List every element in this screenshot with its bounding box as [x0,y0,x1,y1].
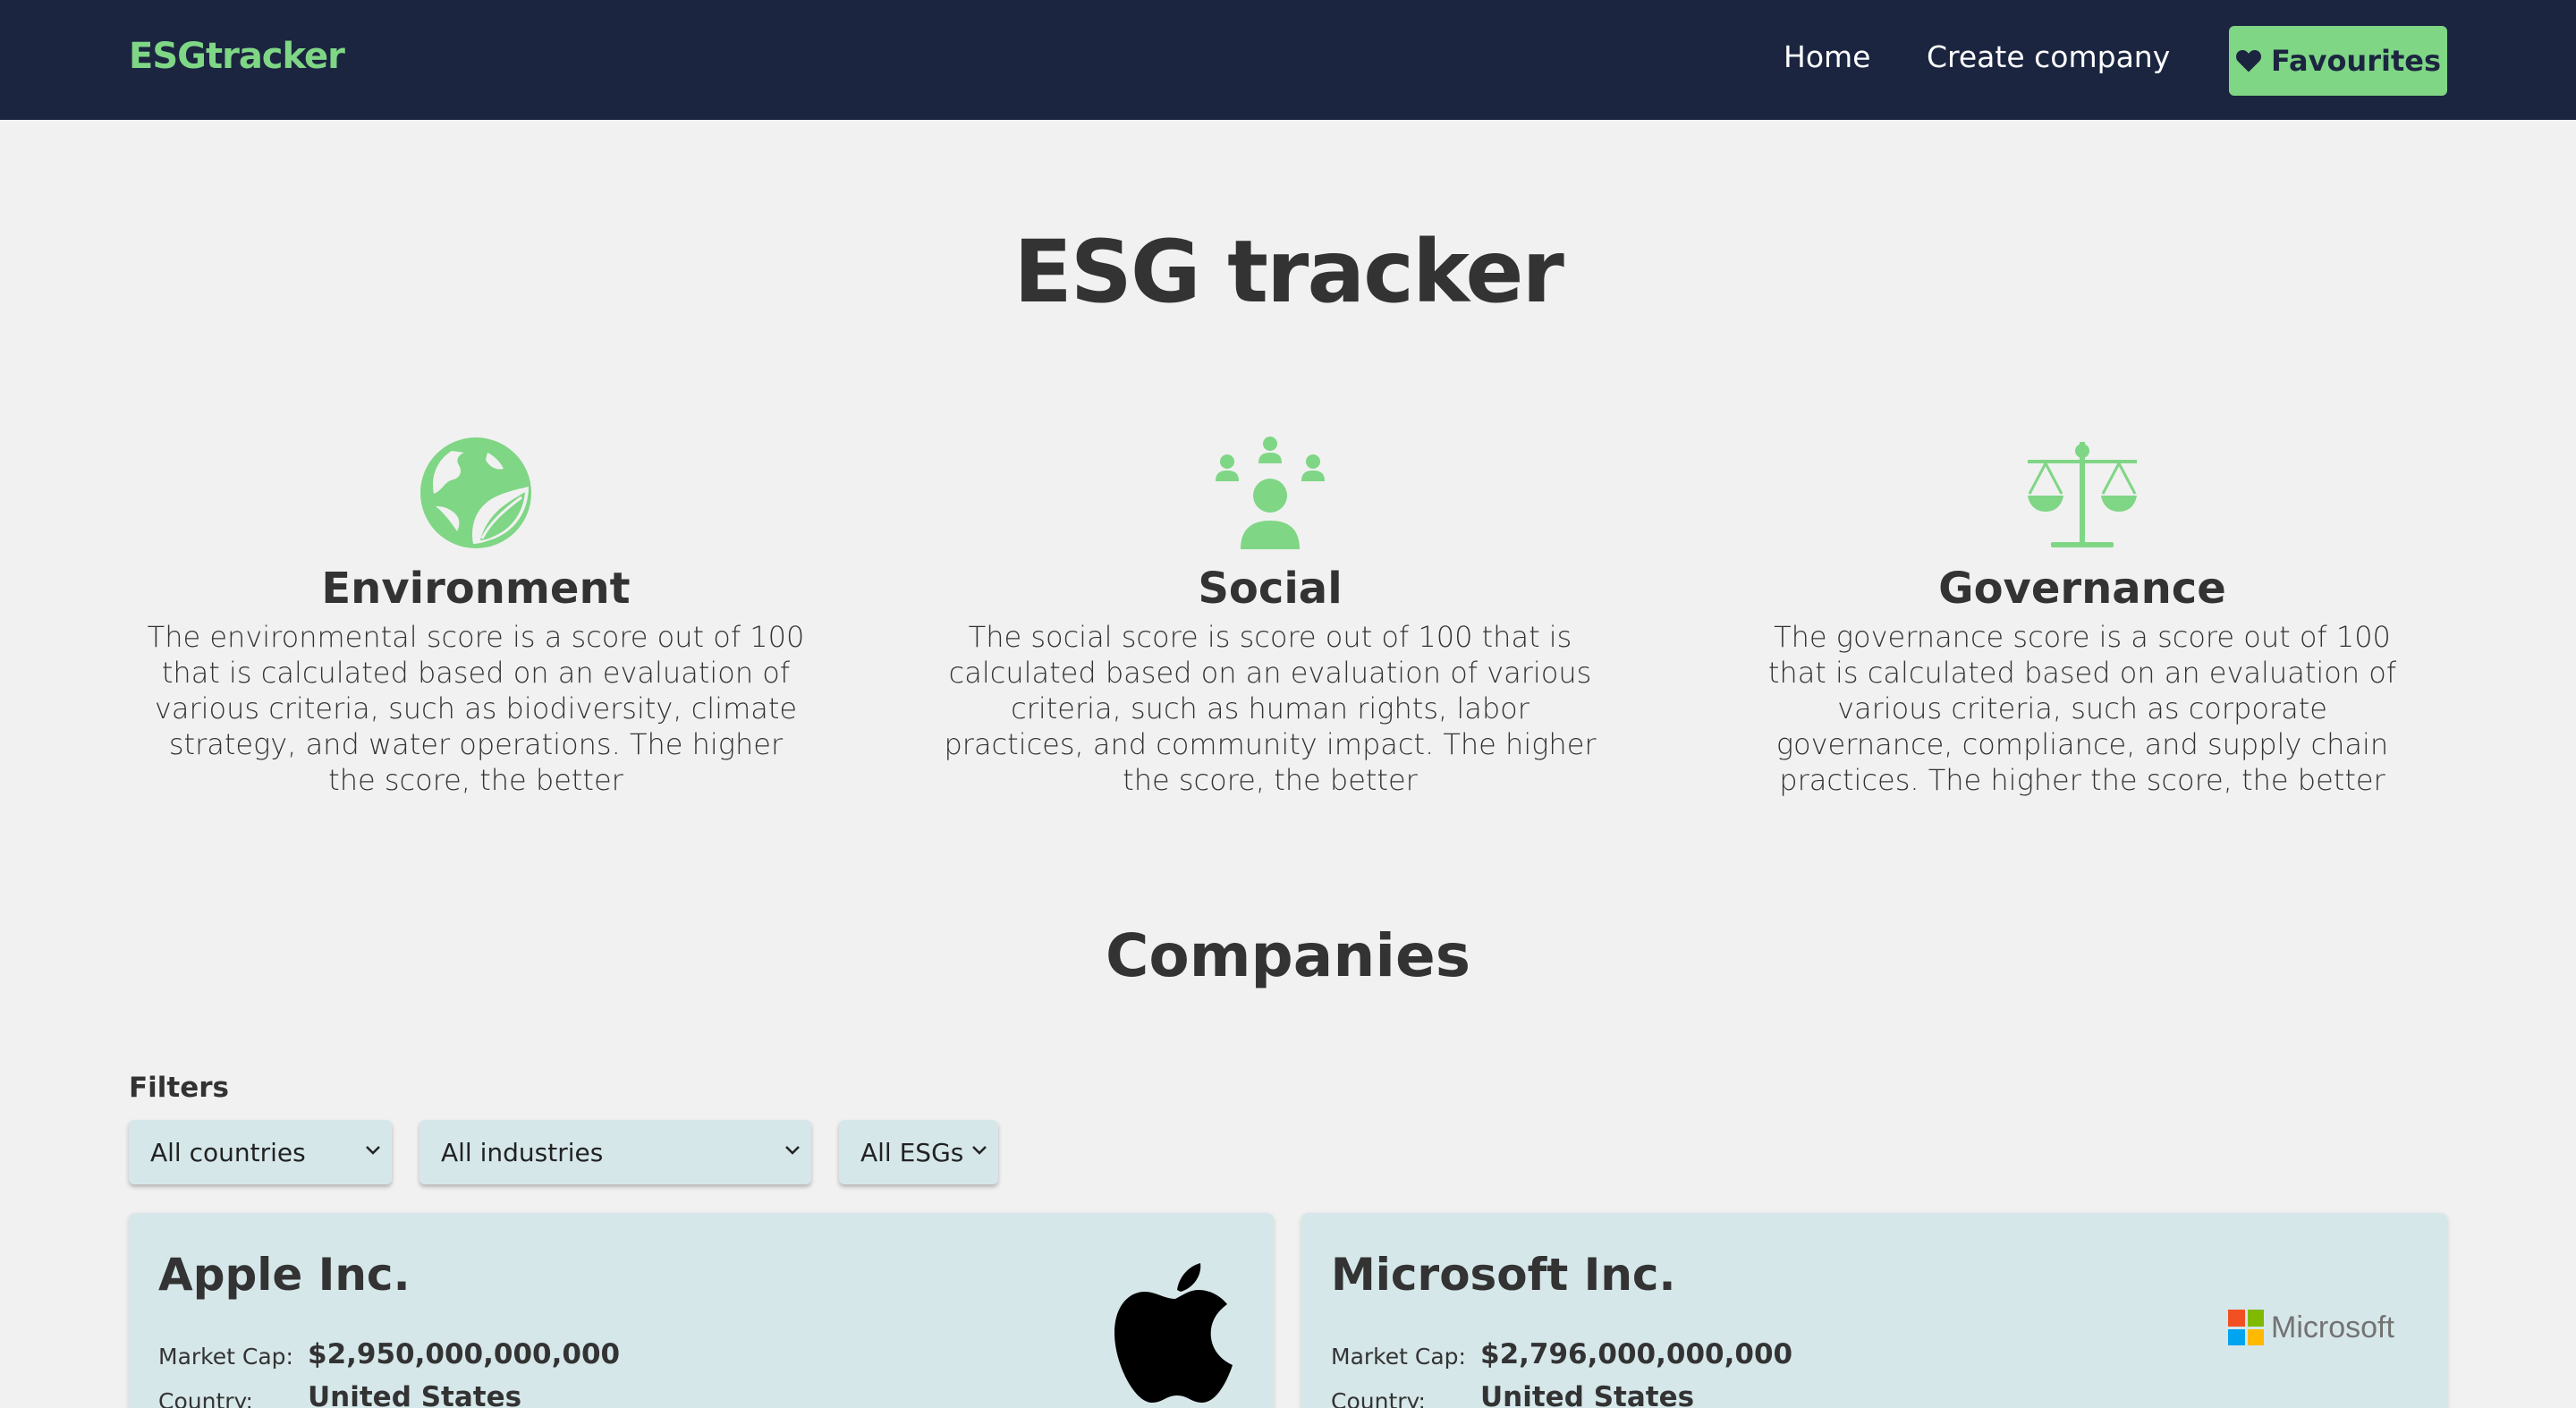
page-title: ESG tracker [1013,222,1564,322]
company-name: Microsoft Inc. [1331,1249,1676,1301]
pillar-environment: Environment The environmental score is a… [136,435,816,798]
companies-heading: Companies [1106,921,1470,990]
country-value: United States [1480,1381,1695,1408]
microsoft-logo: Microsoft [2228,1310,2394,1345]
people-icon [1216,437,1325,549]
pillar-social: Social The social score is score out of … [930,435,1610,798]
brand-logo[interactable]: ESGtracker [129,36,345,77]
pillar-description: The social score is score out of 100 tha… [944,620,1597,797]
country-filter-value: All countries [150,1137,306,1167]
company-card-apple[interactable]: Apple Inc. Market Cap: $2,950,000,000,00… [129,1213,1274,1408]
nav-link-home[interactable]: Home [1784,39,1870,74]
industry-filter-value: All industries [441,1137,604,1167]
country-filter-select[interactable]: All countries [129,1120,392,1184]
pillar-title: Social [1198,564,1343,614]
chevron-down-icon [785,1146,800,1155]
chevron-down-icon [972,1146,987,1155]
heart-icon [2236,50,2261,72]
favourites-button[interactable]: Favourites [2229,26,2447,96]
market-cap-label: Market Cap: [158,1344,293,1370]
apple-logo [1114,1263,1233,1403]
market-cap-value: $2,950,000,000,000 [308,1338,621,1370]
pillar-title: Environment [321,564,631,614]
pillar-title: Governance [1938,564,2226,614]
scales-icon [2028,442,2137,547]
company-name: Apple Inc. [158,1249,411,1301]
industry-filter-select[interactable]: All industries [419,1120,811,1184]
microsoft-squares-icon [2228,1310,2264,1345]
nav-link-create-company[interactable]: Create company [1927,39,2170,74]
favourites-button-label: Favourites [2271,44,2441,78]
country-label: Country: [1331,1388,1426,1408]
pillar-description: The environmental score is a score out o… [147,620,805,797]
filters-label: Filters [129,1072,230,1104]
market-cap-label: Market Cap: [1331,1344,1466,1370]
country-value: United States [308,1381,522,1408]
market-cap-value: $2,796,000,000,000 [1480,1338,1793,1370]
esg-filter-select[interactable]: All ESGs [839,1120,998,1184]
esg-filter-value: All ESGs [860,1137,964,1167]
company-card-microsoft[interactable]: Microsoft Inc. Market Cap: $2,796,000,00… [1301,1213,2447,1408]
country-label: Country: [158,1388,253,1408]
chevron-down-icon [366,1146,380,1155]
microsoft-logo-text: Microsoft [2271,1310,2394,1344]
top-navbar: ESGtracker Home Create company Favourite… [0,0,2576,120]
earth-leaf-icon [420,437,531,548]
pillar-description: The governance score is a score out of 1… [1767,620,2397,797]
pillar-governance: Governance The governance score is a sco… [1742,435,2422,798]
